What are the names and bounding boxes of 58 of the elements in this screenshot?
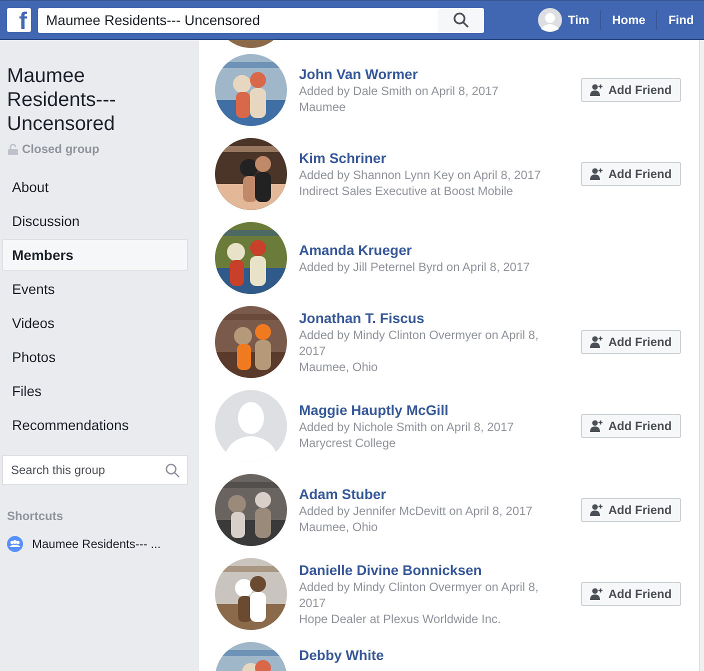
privacy-label: Closed group (22, 142, 100, 156)
add-friend-button[interactable]: Add Friend (581, 582, 681, 606)
added-by-text: Added by Dale Smith on April 8, 2017 (299, 83, 500, 99)
member-detail: Marycrest College (299, 435, 397, 451)
profile-link[interactable]: Tim (538, 8, 590, 32)
added-by-text: Added by Jill Peternel Byrd on April 8, 2017 (299, 259, 531, 275)
member-detail: Hope Dealer at Plexus Worldwide Inc. (299, 611, 502, 627)
sidebar-item[interactable]: Recommendations (2, 409, 188, 441)
avatar-icon (538, 8, 562, 32)
member-name[interactable]: Jonathan T. Fiscus (299, 309, 563, 327)
lock-icon (8, 144, 18, 154)
sidebar-item[interactable]: Events (2, 273, 188, 305)
add-person-icon (590, 420, 604, 432)
sidebar-item[interactable]: About (2, 171, 188, 203)
add-friend-button[interactable]: Add Friend (581, 414, 681, 438)
search-field[interactable]: Maumee Residents--- Uncensored (38, 8, 438, 32)
add-person-icon (590, 504, 604, 516)
added-by-text: Added by Jennifer McDevitt on April 8, 2017 (299, 503, 534, 519)
add-person-icon (590, 168, 604, 180)
add-friend-button[interactable]: Add Friend (581, 498, 681, 522)
add-friend-button[interactable]: Add Friend (581, 78, 681, 102)
member-detail: Indirect Sales Executive at Boost Mobile (299, 183, 514, 199)
added-by-text: Added by Nichole Smith on April 8, 2017 (299, 419, 515, 435)
sidebar-item[interactable]: Members (2, 239, 188, 271)
add-friend-button[interactable]: Add Friend (581, 162, 681, 186)
add-person-icon (590, 84, 604, 96)
member-detail: Maumee (299, 99, 347, 115)
search-icon (453, 12, 469, 28)
added-by-text: Added by Shannon Lynn Key on April 8, 2017 (299, 167, 542, 183)
sidebar-item[interactable]: Videos (2, 307, 188, 339)
add-friend-button[interactable]: Add Friend (581, 330, 681, 354)
logo[interactable]: f (7, 8, 31, 32)
member-name[interactable]: Debby White (299, 646, 563, 664)
member-name[interactable]: Adam Stuber (299, 485, 563, 503)
group-icon (7, 536, 23, 552)
member-name[interactable]: Kim Schriner (299, 149, 563, 167)
added-by-text: Added by Mindy Clinton Overmyer on April 8, 2017 (299, 579, 540, 611)
section-heading: Shortcuts (7, 509, 64, 523)
user-name: Tim (568, 13, 590, 27)
nav-link[interactable]: Home (612, 13, 646, 27)
added-by-text: Added by Mindy Clinton Overmyer on April 8, 2017 (299, 327, 540, 359)
member-detail: Maumee, Ohio (299, 519, 379, 535)
search-button[interactable] (438, 8, 484, 32)
search-field[interactable]: Search this group (2, 455, 188, 485)
member-name[interactable]: Amanda Krueger (299, 241, 563, 259)
nav-link[interactable]: Find (668, 13, 694, 27)
group-name: Maumee Residents--- Uncensored (7, 64, 117, 136)
member-name[interactable]: Danielle Divine Bonnicksen (299, 561, 563, 579)
search-icon (165, 463, 180, 478)
add-person-icon (590, 588, 604, 600)
sidebar-item[interactable]: Discussion (2, 205, 188, 237)
shortcut-link[interactable]: Maumee Residents--- ... (7, 536, 188, 552)
sidebar-item[interactable]: Photos (2, 341, 188, 373)
member-name[interactable]: John Van Wormer (299, 65, 563, 83)
member-name[interactable]: Maggie Hauptly McGill (299, 401, 563, 419)
member-detail: Maumee, Ohio (299, 359, 379, 375)
sidebar-item[interactable]: Files (2, 375, 188, 407)
add-person-icon (590, 336, 604, 348)
